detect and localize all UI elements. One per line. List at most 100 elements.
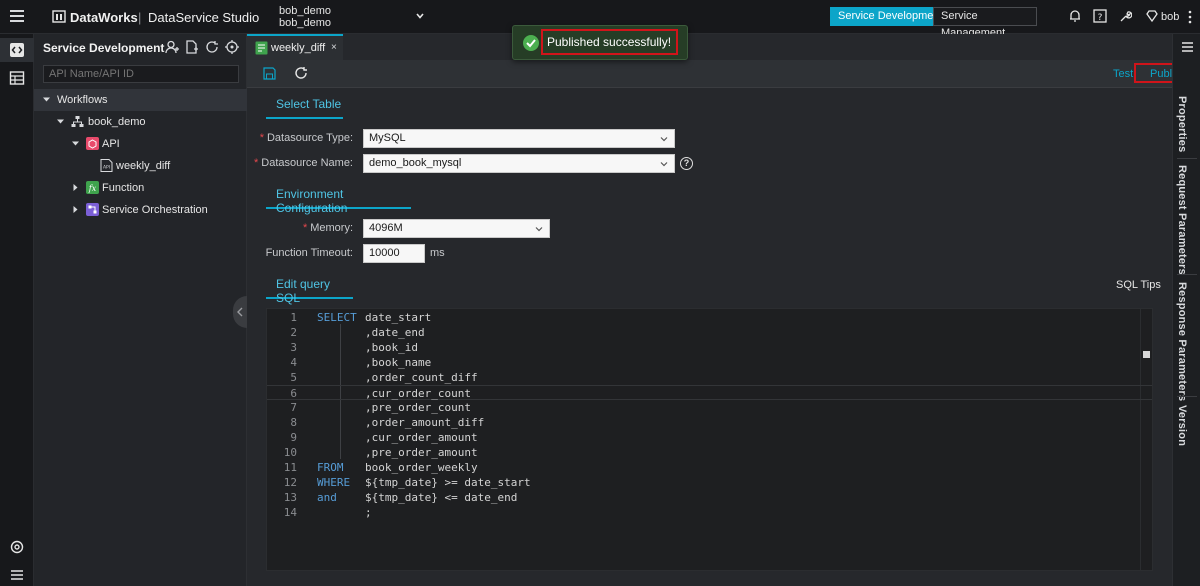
diamond-user-icon[interactable] bbox=[1145, 9, 1159, 23]
code-editor-icon[interactable] bbox=[9, 42, 25, 58]
success-toast: Published successfully! bbox=[512, 25, 688, 60]
new-file-icon[interactable] bbox=[185, 40, 199, 54]
caret-down-icon[interactable] bbox=[71, 139, 80, 148]
tab-close-icon[interactable]: × bbox=[331, 42, 337, 53]
memory-label: * Memory: bbox=[223, 222, 353, 234]
function-timeout-input[interactable]: 10000 bbox=[363, 244, 425, 263]
dataworks-logo-icon bbox=[52, 10, 66, 23]
api-file-icon bbox=[255, 41, 268, 55]
line-number: 1 bbox=[290, 311, 297, 324]
tab-request-parameters[interactable]: Request Parameters bbox=[1176, 165, 1188, 275]
line-number: 14 bbox=[283, 506, 297, 519]
api-search-input[interactable] bbox=[43, 65, 239, 83]
question-circle-icon[interactable]: ? bbox=[680, 157, 693, 170]
help-icon[interactable]: ? bbox=[1093, 9, 1107, 23]
caret-right-icon[interactable] bbox=[71, 183, 80, 192]
test-button[interactable]: Test bbox=[1113, 68, 1133, 80]
sql-code: ,pre_order_count bbox=[365, 401, 471, 414]
line-number: 12 bbox=[283, 476, 297, 489]
user-name[interactable]: bob bbox=[1161, 11, 1179, 23]
sql-code: ${tmp_date} >= date_start bbox=[365, 476, 531, 489]
locate-icon[interactable] bbox=[225, 40, 239, 54]
select-table-section-header: Select Table bbox=[266, 89, 343, 119]
tree-item-weekly-diff[interactable]: API weekly_diff bbox=[34, 155, 247, 177]
caret-right-icon[interactable] bbox=[71, 205, 80, 214]
wrench-icon[interactable] bbox=[1118, 9, 1132, 23]
code-line[interactable]: 9 ,cur_order_amount bbox=[267, 430, 1152, 445]
sql-code: book_order_weekly bbox=[365, 461, 478, 474]
tab-response-parameters[interactable]: Response Parameters bbox=[1176, 282, 1188, 401]
datasource-name-select[interactable]: demo_book_mysql bbox=[363, 154, 675, 173]
mode-service-management-button[interactable]: Service Management bbox=[933, 7, 1037, 39]
svg-text:fx: fx bbox=[88, 184, 97, 193]
code-line[interactable]: 6 ,cur_order_count bbox=[267, 385, 1152, 400]
tab-weekly-diff[interactable]: weekly_diff × bbox=[247, 34, 343, 60]
tab-properties[interactable]: Properties bbox=[1176, 96, 1188, 152]
tree-label: Service Orchestration bbox=[102, 204, 208, 216]
code-line[interactable]: 8 ,order_amount_diff bbox=[267, 415, 1152, 430]
tab-version[interactable]: Version bbox=[1176, 405, 1188, 446]
refresh-icon[interactable] bbox=[205, 40, 219, 54]
code-line[interactable]: 14; bbox=[267, 505, 1152, 520]
sql-code: ,cur_order_count bbox=[365, 387, 471, 400]
more-vertical-icon[interactable] bbox=[1188, 10, 1192, 24]
svg-text:API: API bbox=[103, 165, 110, 171]
right-panel-rail: Properties Request Parameters Response P… bbox=[1172, 34, 1200, 586]
code-line[interactable]: 3 ,book_id bbox=[267, 340, 1152, 355]
main-editor-area: weekly_diff × Test Publish Select Table … bbox=[247, 34, 1187, 586]
caret-down-icon[interactable] bbox=[56, 117, 65, 126]
line-number: 8 bbox=[290, 416, 297, 429]
tree-item-service-orchestration[interactable]: Service Orchestration bbox=[34, 199, 247, 221]
sql-tips-link[interactable]: SQL Tips bbox=[1116, 279, 1161, 291]
function-icon: fx bbox=[86, 181, 99, 194]
table-icon[interactable] bbox=[9, 70, 25, 86]
toast-message: Published successfully! bbox=[547, 35, 672, 49]
service-sidebar: Service Development Workflows book_demo … bbox=[34, 34, 247, 586]
sidebar-collapse-handle[interactable] bbox=[233, 296, 247, 328]
code-line[interactable]: 10 ,pre_order_amount bbox=[267, 445, 1152, 460]
brand-separator: | bbox=[138, 10, 142, 25]
sql-keyword: SELECT bbox=[317, 311, 357, 324]
bell-icon[interactable] bbox=[1068, 9, 1082, 23]
settings-gear-icon[interactable] bbox=[9, 539, 25, 555]
code-line[interactable]: 5 ,order_count_diff bbox=[267, 370, 1152, 385]
code-line[interactable]: 2 ,date_end bbox=[267, 325, 1152, 340]
code-line[interactable]: 13 and ${tmp_date} <= date_end bbox=[267, 490, 1152, 505]
menu-list-icon[interactable] bbox=[1182, 42, 1193, 52]
caret-down-icon[interactable] bbox=[42, 95, 51, 104]
tree-item-workflows[interactable]: Workflows bbox=[34, 89, 247, 111]
main-menu-icon[interactable] bbox=[10, 10, 24, 22]
sql-code: ,date_end bbox=[365, 326, 425, 339]
label-text: Datasource Name: bbox=[261, 157, 353, 169]
editor-toolbar: Test Publish bbox=[247, 60, 1187, 88]
sql-code: ${tmp_date} <= date_end bbox=[365, 491, 518, 504]
code-line[interactable]: 1 SELECT date_start bbox=[267, 310, 1152, 325]
code-line[interactable]: 7 ,pre_order_count bbox=[267, 400, 1152, 415]
select-value: 4096M bbox=[369, 222, 403, 234]
chevron-down-icon[interactable] bbox=[415, 11, 425, 21]
tree-label: weekly_diff bbox=[116, 160, 171, 172]
menu-list-icon[interactable] bbox=[9, 567, 25, 583]
line-number: 7 bbox=[290, 401, 297, 414]
tree-label: Function bbox=[102, 182, 145, 194]
sql-code: ,cur_order_amount bbox=[365, 431, 478, 444]
tree-label: book_demo bbox=[88, 116, 146, 128]
function-timeout-label: Function Timeout: bbox=[265, 247, 353, 259]
line-number: 2 bbox=[290, 326, 297, 339]
workspace-selector[interactable]: bob_demo bob_demo bbox=[279, 5, 331, 29]
code-line[interactable]: 4 ,book_name bbox=[267, 355, 1152, 370]
tree-item-function-folder[interactable]: fx Function bbox=[34, 177, 247, 199]
sql-code: date_start bbox=[365, 311, 432, 324]
code-line[interactable]: 11 FROM book_order_weekly bbox=[267, 460, 1152, 475]
user-add-icon[interactable] bbox=[165, 40, 179, 54]
code-line[interactable]: 12 WHERE ${tmp_date} >= date_start bbox=[267, 475, 1152, 490]
datasource-type-select[interactable]: MySQL bbox=[363, 129, 675, 148]
tree-item-book-demo[interactable]: book_demo bbox=[34, 111, 247, 133]
save-icon[interactable] bbox=[263, 67, 276, 80]
memory-select[interactable]: 4096M bbox=[363, 219, 550, 238]
select-value: demo_book_mysql bbox=[369, 157, 462, 169]
refresh-icon[interactable] bbox=[294, 66, 308, 80]
sql-code-editor[interactable]: 1 SELECT date_start 2 ,date_end 3 ,book_id 4 ,bo… bbox=[266, 308, 1153, 571]
tree-item-api-folder[interactable]: API bbox=[34, 133, 247, 155]
line-number: 5 bbox=[290, 371, 297, 384]
